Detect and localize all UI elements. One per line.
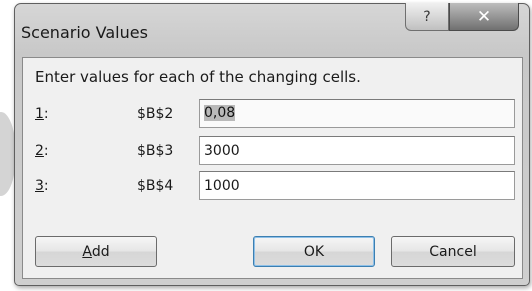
row-3-value-input[interactable] [199,171,515,200]
instruction-text: Enter values for each of the changing ce… [35,68,361,86]
row-1-label: 1: [35,106,49,122]
ok-button[interactable]: OK [253,236,375,267]
dialog-body: Enter values for each of the changing ce… [22,57,523,279]
close-icon: ✕ [476,6,492,27]
scenario-values-dialog: Scenario Values ? ✕ Enter values for eac… [14,3,530,286]
cancel-button[interactable]: Cancel [391,236,515,267]
close-button[interactable]: ✕ [449,3,519,31]
help-icon: ? [423,8,431,25]
row-1-cell-ref: $B$2 [137,106,174,122]
row-2-value-input[interactable] [199,136,515,165]
row-2-label: 2: [35,143,49,159]
row-3-cell-ref: $B$4 [137,178,174,194]
row-2-cell-ref: $B$3 [137,143,174,159]
row-3-label: 3: [35,178,49,194]
dialog-title: Scenario Values [21,23,148,42]
row-1-value-input[interactable]: 0,08 [199,99,515,128]
help-button[interactable]: ? [405,3,449,31]
add-button[interactable]: Add [35,236,157,267]
